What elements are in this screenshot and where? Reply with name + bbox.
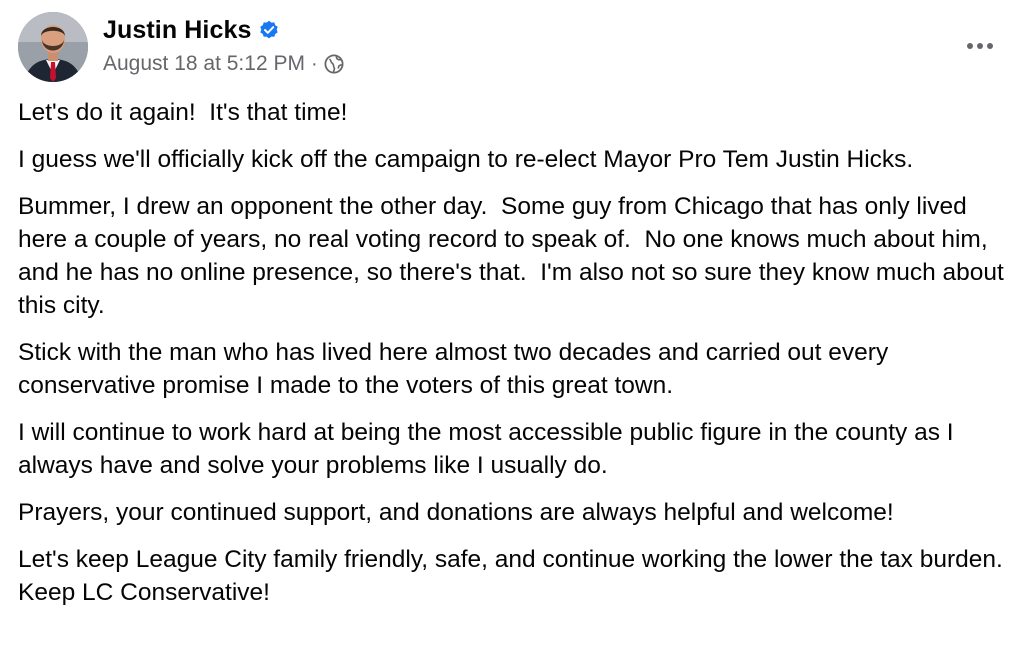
post-meta: August 18 at 5:12 PM ·	[103, 50, 344, 78]
author-name-row: Justin Hicks	[103, 14, 279, 46]
post-header: Justin Hicks August 18 at 5:12 PM ·	[18, 12, 1008, 84]
more-dot	[967, 43, 973, 49]
post-paragraph: Prayers, your continued support, and don…	[18, 499, 894, 526]
post-paragraph: Stick with the man who has lived here al…	[18, 339, 896, 399]
globe-icon[interactable]	[324, 54, 344, 74]
facebook-post: Justin Hicks August 18 at 5:12 PM · Let'…	[0, 0, 1023, 663]
post-body: Let's do it again! It's that time! I gue…	[18, 96, 1010, 623]
more-dot	[977, 43, 983, 49]
author-avatar[interactable]	[18, 12, 88, 82]
avatar-image	[18, 12, 88, 82]
meta-separator: ·	[310, 52, 318, 75]
post-timestamp[interactable]: August 18 at 5:12 PM	[103, 52, 305, 76]
verified-badge-icon	[259, 20, 279, 40]
post-paragraph: Let's keep League City family friendly, …	[18, 546, 1017, 606]
more-dot	[987, 43, 993, 49]
post-paragraph: I guess we'll officially kick off the ca…	[18, 146, 914, 173]
post-paragraph: I will continue to work hard at being th…	[18, 419, 961, 479]
post-paragraph: Bummer, I drew an opponent the other day…	[18, 193, 1011, 319]
post-paragraph: Let's do it again! It's that time!	[18, 99, 348, 126]
author-name[interactable]: Justin Hicks	[103, 16, 251, 45]
more-options-icon[interactable]	[958, 34, 1002, 58]
